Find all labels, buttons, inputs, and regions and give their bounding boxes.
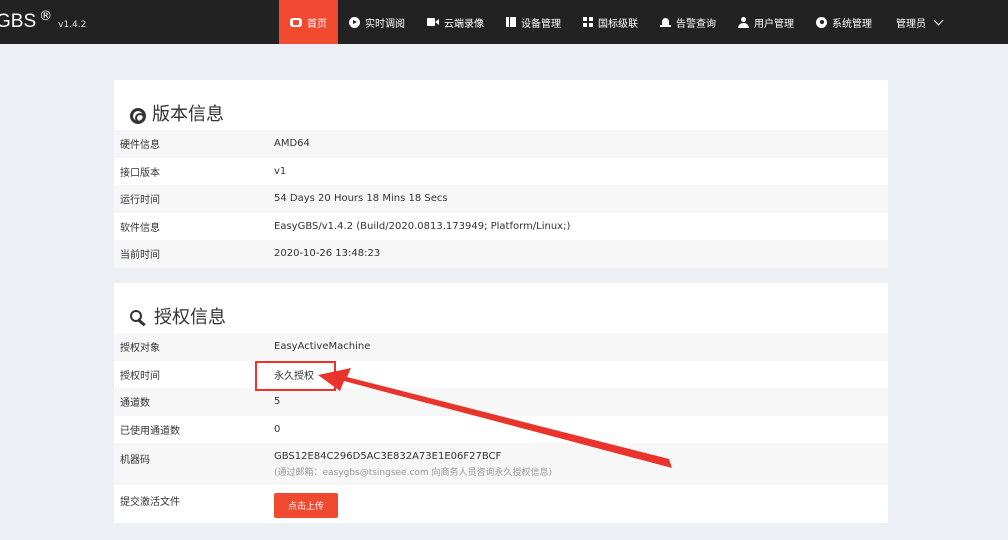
row-label: 授权对象 [114, 333, 274, 361]
row-label: 当前时间 [114, 240, 274, 268]
user-name: 管理员 [896, 18, 926, 30]
play-circle-icon [349, 16, 360, 28]
nav-item-cascade[interactable]: 国标级联 [572, 0, 649, 44]
nav-item-home[interactable]: 首页 [279, 0, 338, 44]
user-icon [738, 16, 749, 28]
nav-item-devices[interactable]: 设备管理 [495, 0, 572, 44]
row-value: EasyActiveMachine [274, 333, 888, 361]
row-value: 2020-10-26 13:48:23 [274, 240, 888, 268]
nav-item-label: 用户管理 [754, 18, 794, 30]
panel-title: 授权信息 [114, 283, 888, 333]
table-row: 运行时间 54 Days 20 Hours 18 Mins 18 Secs [114, 185, 888, 213]
nav-item-cloud-record[interactable]: 云端录像 [416, 0, 495, 44]
panel-title: 版本信息 [114, 80, 888, 130]
table-row: 通道数 5 [114, 388, 888, 416]
lifebuoy-icon [130, 108, 146, 124]
top-navbar: GBS ® v1.4.2 首页 实时调阅 云端录像 设备管理 国标级联 告警查询 [0, 0, 1008, 44]
bars-icon [506, 17, 516, 27]
row-label: 硬件信息 [114, 130, 274, 158]
brand-logo[interactable]: GBS ® v1.4.2 [0, 0, 86, 44]
nav-item-alarms[interactable]: 告警查询 [649, 0, 727, 44]
nav-item-label: 首页 [307, 18, 327, 30]
table-row: 接口版本 v1 [114, 158, 888, 186]
version-info-table: 硬件信息 AMD64 接口版本 v1 运行时间 54 Days 20 Hours… [114, 130, 888, 268]
bell-icon [660, 17, 671, 28]
home-icon [290, 17, 302, 27]
row-label: 提交激活文件 [120, 497, 180, 508]
grid-icon [583, 17, 593, 27]
nav-item-label: 设备管理 [521, 18, 561, 30]
video-camera-icon [427, 18, 439, 26]
brand-version: v1.4.2 [58, 20, 87, 30]
panel-title-text: 版本信息 [152, 104, 224, 125]
license-info-panel: 授权信息 授权对象 EasyActiveMachine 授权时间 永久授权 通道… [114, 283, 888, 523]
row-label: 通道数 [114, 388, 274, 416]
row-value: EasyGBS/v1.4.2 (Build/2020.0813.173949; … [274, 220, 571, 232]
row-value: GBS12E84C296D5AC3E832A73E1E06F27BCF (通过邮… [274, 443, 888, 485]
key-icon [130, 309, 148, 327]
row-value: 永久授权 [274, 370, 314, 382]
contact-note: (通过邮箱：easygbs@tsingsee.com 向商务人员咨询永久授权信息… [274, 468, 553, 478]
nav-item-live[interactable]: 实时调阅 [338, 0, 416, 44]
panel-title-text: 授权信息 [154, 307, 226, 328]
user-menu[interactable]: 管理员 [883, 0, 954, 44]
nav-item-label: 云端录像 [444, 18, 484, 30]
main-nav: 首页 实时调阅 云端录像 设备管理 国标级联 告警查询 用户管理 系统管理 管理… [279, 0, 954, 44]
row-value: AMD64 [274, 130, 888, 158]
table-row: 当前时间 2020-10-26 13:48:23 [114, 240, 888, 268]
chevron-down-icon [933, 15, 944, 25]
nav-item-label: 告警查询 [676, 18, 716, 30]
row-label: 接口版本 [120, 167, 160, 179]
nav-item-label: 系统管理 [832, 18, 872, 30]
nav-item-label: 实时调阅 [365, 18, 405, 30]
row-value: 点击上传 [274, 485, 888, 527]
row-label: 软件信息 [120, 222, 160, 234]
row-value: v1 [274, 165, 287, 177]
upload-button[interactable]: 点击上传 [274, 493, 339, 518]
row-label: 运行时间 [114, 185, 274, 213]
version-info-panel: 版本信息 硬件信息 AMD64 接口版本 v1 运行时间 54 Days 20 … [114, 80, 888, 268]
row-label: 已使用通道数 [120, 425, 180, 437]
row-label: 授权时间 [120, 370, 160, 382]
gear-icon [816, 16, 827, 28]
table-row: 软件信息 EasyGBS/v1.4.2 (Build/2020.0813.173… [114, 213, 888, 241]
table-row: 授权时间 永久授权 [114, 361, 888, 389]
row-value: 0 [274, 423, 281, 435]
row-label: 机器码 [114, 443, 274, 485]
nav-item-label: 国标级联 [598, 18, 638, 30]
registered-mark: ® [39, 8, 53, 24]
table-row: 机器码 GBS12E84C296D5AC3E832A73E1E06F27BCF … [114, 443, 888, 485]
license-info-table: 授权对象 EasyActiveMachine 授权时间 永久授权 通道数 5 已… [114, 333, 888, 527]
table-row: 提交激活文件 点击上传 [114, 485, 888, 527]
machine-code: GBS12E84C296D5AC3E832A73E1E06F27BCF [274, 451, 502, 462]
table-row: 已使用通道数 0 [114, 416, 888, 444]
highlight-box [255, 361, 336, 391]
nav-item-users[interactable]: 用户管理 [727, 0, 805, 44]
nav-item-system[interactable]: 系统管理 [805, 0, 883, 44]
table-row: 授权对象 EasyActiveMachine [114, 333, 888, 361]
row-value: 54 Days 20 Hours 18 Mins 18 Secs [274, 185, 888, 213]
brand-name: GBS [0, 11, 37, 32]
table-row: 硬件信息 AMD64 [114, 130, 888, 158]
row-value: 5 [274, 388, 888, 416]
